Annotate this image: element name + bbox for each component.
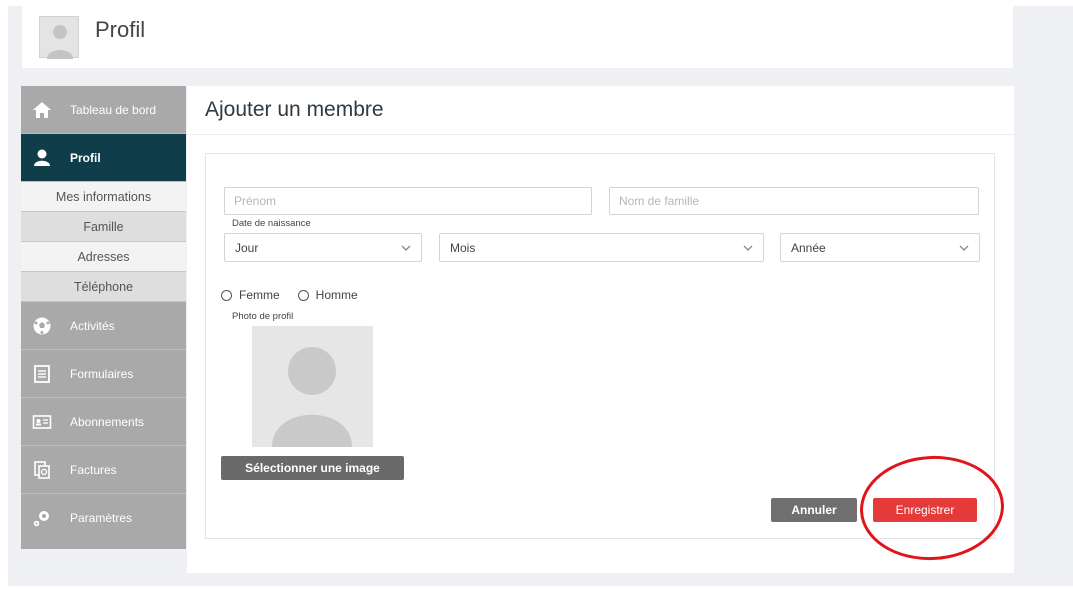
sidebar-item-dashboard[interactable]: Tableau de bord [21, 86, 186, 134]
cancel-button[interactable]: Annuler [771, 498, 857, 522]
profile-subnav: Mes informations Famille Adresses Téléph… [21, 182, 186, 302]
gender-male-radio[interactable]: Homme [297, 288, 358, 302]
first-name-input[interactable] [224, 187, 592, 215]
profile-photo-placeholder [252, 326, 373, 447]
invoice-icon [31, 459, 53, 481]
radio-circle [221, 289, 232, 301]
gender-radio-group: Femme Homme [221, 288, 376, 302]
radio-label: Femme [239, 288, 280, 302]
sidebar-item-label: Formulaires [70, 366, 134, 381]
chevron-down-icon [743, 245, 753, 251]
subnav-item-phone[interactable]: Téléphone [21, 272, 186, 302]
sidebar-item-label: Paramètres [70, 511, 133, 525]
birth-day-select[interactable]: Jour [224, 233, 422, 262]
sidebar-item-subscriptions[interactable]: Abonnements [21, 398, 186, 446]
home-icon [31, 99, 53, 121]
sidebar-item-activities[interactable]: Activités [21, 302, 186, 350]
sidebar-item-label: Abonnements [70, 414, 145, 429]
select-image-button[interactable]: Sélectionner une image [221, 456, 404, 480]
document-icon [31, 363, 53, 385]
radio-circle [297, 289, 309, 301]
avatar [39, 16, 79, 59]
chevron-down-icon [401, 245, 411, 251]
sidebar-item-label: Profil [70, 150, 101, 165]
sidebar-item-forms[interactable]: Formulaires [21, 350, 186, 398]
select-value: Jour [235, 240, 259, 255]
sidebar-item-settings[interactable]: Paramètres [21, 494, 186, 542]
birth-year-select[interactable]: Année [780, 233, 980, 262]
avatar-placeholder-icon [47, 25, 73, 59]
gender-female-radio[interactable]: Femme [221, 288, 280, 302]
photo-label: Photo de profil [232, 311, 294, 322]
user-silhouette-icon [272, 347, 352, 447]
header-title: Profil [95, 17, 146, 42]
sidebar-item-label: Tableau de bord [70, 102, 157, 117]
select-value: Mois [450, 240, 476, 255]
page-title: Ajouter un membre [205, 98, 384, 121]
soccer-ball-icon [31, 315, 53, 337]
last-name-input[interactable] [609, 187, 979, 215]
gears-icon [31, 507, 53, 529]
subnav-item-family[interactable]: Famille [21, 212, 186, 242]
subnav-item-my-info[interactable]: Mes informations [21, 182, 186, 212]
select-value: Année [791, 240, 826, 255]
birth-month-select[interactable]: Mois [439, 233, 764, 262]
id-card-icon [31, 411, 53, 433]
sidebar-item-label: Activités [70, 318, 115, 333]
user-icon [31, 147, 53, 169]
profile-header: Profil [22, 6, 1013, 68]
sidebar-item-profile[interactable]: Profil [21, 134, 186, 182]
radio-label: Homme [315, 288, 358, 302]
title-divider [187, 134, 1014, 135]
birthdate-label: Date de naissance [232, 218, 311, 229]
chevron-down-icon [959, 245, 969, 251]
subnav-item-addresses[interactable]: Adresses [21, 242, 186, 272]
sidebar: Tableau de bord Profil Mes informations … [21, 86, 186, 549]
sidebar-item-invoices[interactable]: Factures [21, 446, 186, 494]
sidebar-item-label: Factures [70, 462, 117, 477]
